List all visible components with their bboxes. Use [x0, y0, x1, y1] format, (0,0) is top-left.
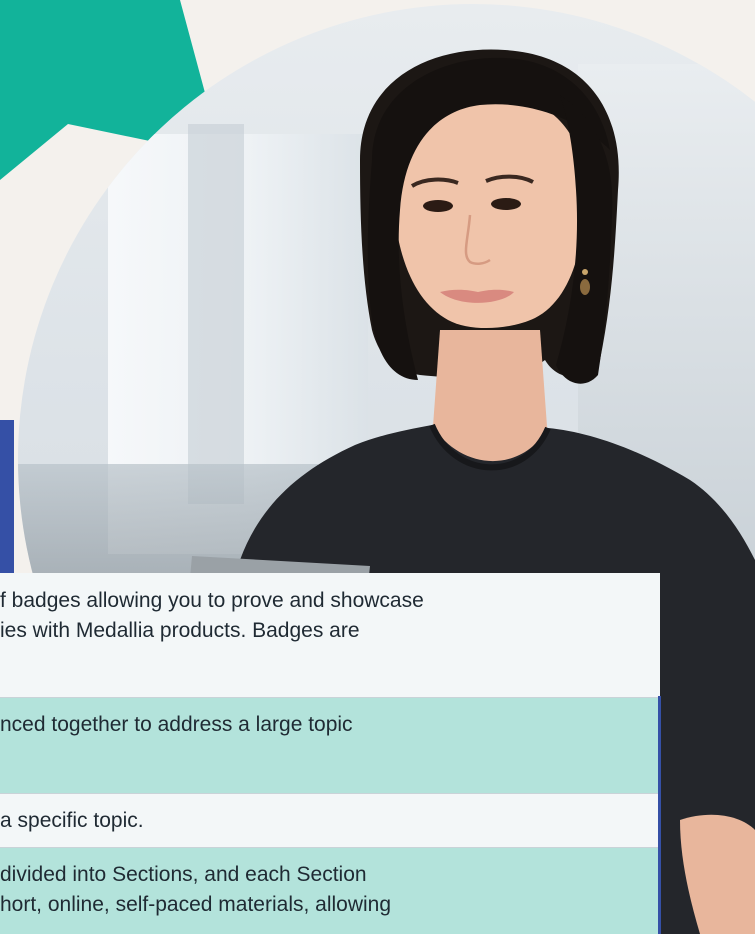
blue-accent-bar: [0, 420, 14, 580]
row-text-line: divided into Sections, and each Section: [0, 863, 367, 886]
row-text-line: a specific topic.: [0, 809, 144, 832]
row-text-line: f badges allowing you to prove and showc…: [0, 589, 424, 612]
row-text-line: nced together to address a large topic: [0, 713, 353, 736]
table-row: f badges allowing you to prove and showc…: [0, 573, 660, 697]
table-edge-line: [658, 696, 661, 934]
row-text-line: ies with Medallia products. Badges are: [0, 619, 360, 642]
table-row: nced together to address a large topic: [0, 697, 660, 793]
hero-page: f badges allowing you to prove and showc…: [0, 0, 755, 934]
row-text-line: hort, online, self-paced materials, allo…: [0, 893, 392, 916]
badge-info-table: f badges allowing you to prove and showc…: [0, 573, 660, 934]
table-row: a specific topic.: [0, 793, 660, 847]
table-row: divided into Sections, and each Section …: [0, 847, 660, 934]
